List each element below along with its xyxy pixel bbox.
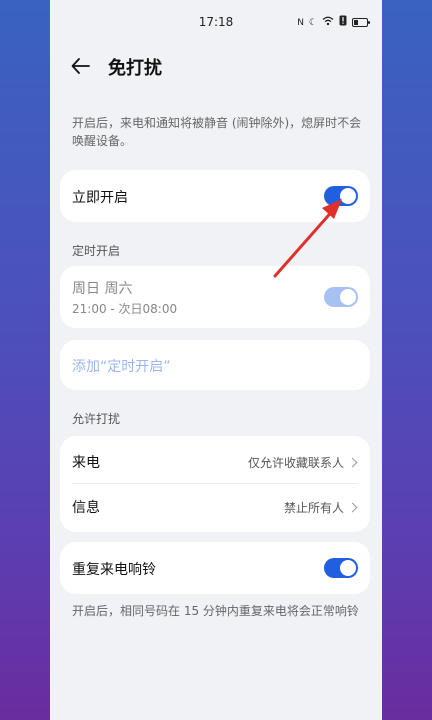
- header: 免打扰: [50, 50, 382, 84]
- status-bar: 17:18 N ☾: [50, 0, 382, 46]
- immediate-enable-toggle[interactable]: [324, 186, 358, 206]
- nfc-icon: N: [297, 17, 304, 28]
- calls-value-text: 仅允许收藏联系人: [247, 456, 344, 470]
- messages-value-text: 禁止所有人: [283, 501, 344, 515]
- schedule-toggle[interactable]: [324, 287, 358, 307]
- page-title: 免打扰: [108, 58, 162, 79]
- calls-value: 仅允许收藏联系人: [247, 454, 358, 471]
- add-schedule-button[interactable]: 添加“定时开启”: [60, 340, 370, 390]
- immediate-enable-row[interactable]: 立即开启: [60, 170, 370, 222]
- schedule-time: 21:00 - 次日08:00: [72, 302, 178, 316]
- calls-label: 来电: [72, 455, 100, 471]
- status-icons: N ☾: [297, 15, 370, 30]
- repeat-calls-label: 重复来电响铃: [72, 562, 156, 578]
- messages-value: 禁止所有人: [283, 499, 358, 516]
- calls-row[interactable]: 来电 仅允许收藏联系人: [60, 436, 370, 484]
- moon-icon: ☾: [308, 17, 317, 28]
- chevron-right-icon: [347, 457, 358, 468]
- schedule-days: 周日 周六: [72, 281, 133, 297]
- back-arrow-icon[interactable]: [69, 54, 93, 78]
- allow-card: 来电 仅允许收藏联系人 信息 禁止所有人: [60, 436, 370, 532]
- repeat-calls-toggle[interactable]: [324, 558, 358, 578]
- alert-icon: [339, 15, 347, 30]
- immediate-enable-label: 立即开启: [72, 190, 128, 206]
- phone-screen: 17:18 N ☾ 免打扰 开启后，来电和通知将被静音 (闹钟除外)，熄屏时不会…: [50, 0, 382, 720]
- chevron-right-icon: [347, 502, 358, 513]
- wifi-icon: [322, 16, 334, 30]
- scheduled-section-title: 定时开启: [72, 244, 121, 258]
- messages-label: 信息: [72, 500, 100, 516]
- messages-row[interactable]: 信息 禁止所有人: [60, 484, 370, 532]
- add-schedule-label: 添加“定时开启”: [72, 359, 171, 375]
- schedule-item[interactable]: 周日 周六 21:00 - 次日08:00: [60, 266, 370, 328]
- repeat-calls-description: 开启后，相同号码在 15 分钟内重复来电将会正常响铃: [72, 604, 359, 618]
- allow-section-title: 允许打扰: [72, 412, 121, 426]
- repeat-calls-row[interactable]: 重复来电响铃: [60, 542, 370, 594]
- page-description: 开启后，来电和通知将被静音 (闹钟除外)，熄屏时不会唤醒设备。: [72, 116, 362, 148]
- battery-icon: [352, 18, 370, 27]
